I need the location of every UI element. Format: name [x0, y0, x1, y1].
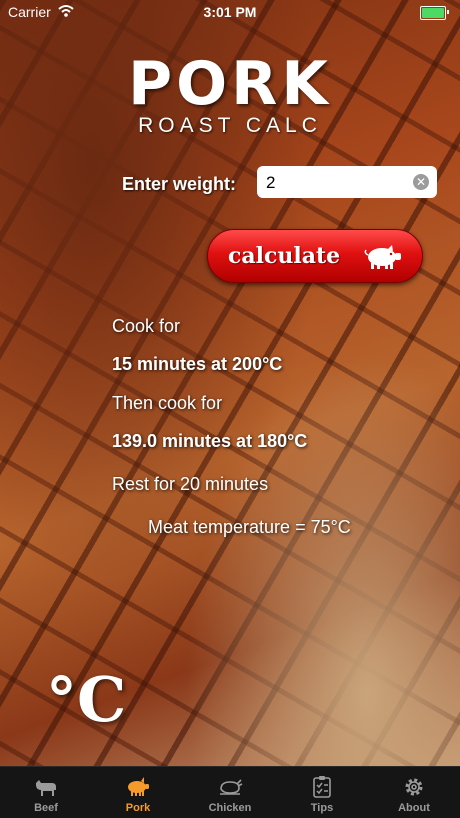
- then-cook-for-label: Then cook for: [112, 393, 223, 413]
- status-time: 3:01 PM: [203, 4, 257, 20]
- calculate-label: calculate: [228, 243, 341, 269]
- pig-icon: [128, 777, 149, 796]
- tab-chicken-label: Chicken: [208, 802, 252, 814]
- weight-label: Enter weight:: [122, 174, 237, 194]
- battery-icon: [420, 6, 449, 20]
- calculate-button[interactable]: calculate: [207, 229, 423, 283]
- tab-tips[interactable]: Tips: [276, 767, 368, 818]
- pig-icon: [364, 245, 401, 269]
- tab-pork[interactable]: Pork: [92, 767, 184, 818]
- celsius-toggle[interactable]: °C: [46, 664, 126, 736]
- gear-icon: [405, 778, 423, 796]
- meat-temperature: Meat temperature = 75°C: [148, 517, 351, 537]
- app-subtitle: ROAST CALC: [138, 114, 322, 137]
- weight-value: 2: [266, 173, 276, 192]
- weight-input[interactable]: 2 ✕: [257, 166, 437, 198]
- rest-label: Rest for 20 minutes: [112, 474, 269, 494]
- tab-chicken[interactable]: Chicken: [184, 767, 276, 818]
- tab-bar: Beef Pork Chicken Tips About: [0, 766, 460, 818]
- tab-about[interactable]: About: [368, 767, 460, 818]
- tab-pork-label: Pork: [125, 802, 151, 814]
- app-title: PORK: [128, 49, 332, 119]
- checklist-icon: [313, 776, 331, 798]
- tab-tips-label: Tips: [310, 802, 334, 814]
- first-step-value: 15 minutes at 200°C: [112, 354, 283, 374]
- status-bar: Carrier 3:01 PM: [0, 0, 460, 24]
- tab-beef-label: Beef: [34, 802, 58, 814]
- tab-beef[interactable]: Beef: [0, 767, 92, 818]
- clear-icon[interactable]: ✕: [413, 174, 429, 190]
- tab-about-label: About: [398, 802, 430, 814]
- cook-for-label: Cook for: [112, 316, 181, 336]
- screen: Carrier 3:01 PM PORK ROAST CALC Enter we…: [0, 0, 460, 818]
- second-step-value: 139.0 minutes at 180°C: [112, 431, 308, 451]
- cow-icon: [36, 780, 56, 796]
- chicken-icon: [220, 779, 243, 795]
